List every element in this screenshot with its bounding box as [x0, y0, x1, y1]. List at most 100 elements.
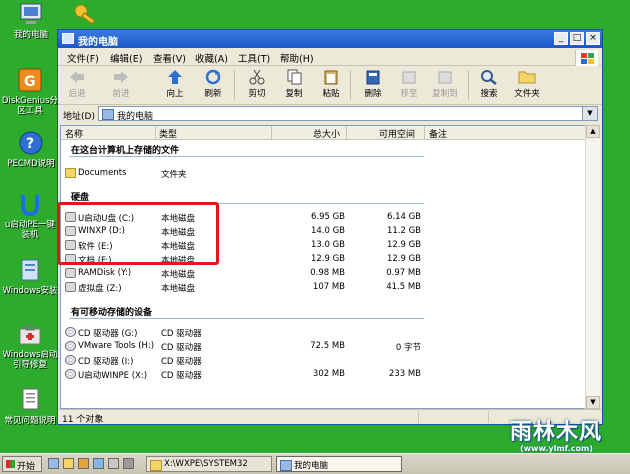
desktop-icon-my-computer[interactable]: 我的电脑: [3, 2, 59, 40]
paste-button[interactable]: 粘贴: [314, 69, 348, 99]
scroll-up-button[interactable]: ▲: [586, 125, 600, 138]
watermark: 雨林木风 (www.ylmf.com): [506, 408, 626, 456]
key-icon: [72, 2, 100, 28]
up-button[interactable]: 向上: [158, 69, 192, 99]
watermark-url: (www.ylmf.com): [520, 444, 593, 453]
search-button[interactable]: 搜索: [472, 69, 506, 99]
menu-edit[interactable]: 编辑(E): [110, 51, 142, 65]
status-text: 11 个对象: [62, 415, 104, 425]
back-button[interactable]: 后退: [60, 69, 94, 99]
window-title: 我的电脑: [78, 37, 118, 48]
cd-drive-icon: [65, 341, 76, 351]
delete-icon: [364, 69, 382, 85]
vertical-scrollbar[interactable]: ▲ ▼: [585, 125, 600, 409]
list-item[interactable]: RAMDisk (Y:) 本地磁盘 0.98 MB 0.97 MB: [61, 267, 587, 280]
svg-text:G: G: [24, 74, 36, 90]
status-divider: [488, 411, 489, 423]
list-item[interactable]: Documents 文件夹: [61, 167, 587, 180]
folder-icon: [150, 460, 162, 471]
desktop-icon-label: 我的电脑: [13, 30, 48, 40]
task-my-computer[interactable]: 我的电脑: [276, 456, 402, 472]
list-item[interactable]: CD 驱动器 (I:) CD 驱动器: [61, 354, 587, 367]
drive-icon: [65, 282, 76, 292]
refresh-icon: [204, 69, 222, 85]
desktop-icon-faq[interactable]: 常见问题说明: [1, 388, 59, 426]
computer-icon: [17, 2, 45, 28]
chevron-down-icon[interactable]: ▼: [582, 107, 597, 120]
document-icon: [16, 388, 44, 414]
status-divider: [418, 411, 419, 423]
close-button[interactable]: ×: [586, 32, 600, 45]
menu-favorites[interactable]: 收藏(A): [195, 51, 228, 65]
maximize-button[interactable]: □: [570, 32, 584, 45]
col-divider: [424, 126, 425, 139]
menu-help[interactable]: 帮助(H): [280, 51, 314, 65]
start-button[interactable]: 开始: [2, 456, 42, 472]
u-logo-icon: [16, 192, 44, 218]
refresh-button[interactable]: 刷新: [196, 69, 230, 99]
column-header: 名称 类型 总大小 可用空间 备注: [61, 126, 587, 140]
quicklaunch-explorer-icon[interactable]: [48, 458, 59, 469]
clipboard-icon: [322, 69, 340, 85]
minimize-button[interactable]: _: [554, 32, 568, 45]
cd-drive-icon: [65, 369, 76, 379]
col-free[interactable]: 可用空间: [379, 127, 415, 140]
cd-drive-icon: [65, 355, 76, 365]
quicklaunch-folder-icon[interactable]: [78, 458, 89, 469]
folders-button[interactable]: 文件夹: [510, 69, 544, 99]
desktop-icon-pecmd[interactable]: ? PECMD说明: [3, 131, 59, 169]
address-input[interactable]: 我的电脑 ▼: [98, 106, 598, 122]
forward-button[interactable]: 前进: [104, 69, 138, 99]
address-label: 地址(D): [63, 112, 95, 122]
move-to-button[interactable]: 移至: [392, 69, 426, 99]
menu-tools[interactable]: 工具(T): [238, 51, 270, 65]
desktop-icon-label: 常见问题说明: [4, 416, 56, 426]
file-list[interactable]: 名称 类型 总大小 可用空间 备注 在这台计算机上存储的文件 Documents…: [60, 125, 588, 409]
list-item[interactable]: CD 驱动器 (G:) CD 驱动器: [61, 326, 587, 339]
delete-button[interactable]: 删除: [356, 69, 390, 99]
scissors-icon: [248, 69, 266, 85]
task-system32[interactable]: X:\WXPE\SYSTEM32: [146, 456, 272, 472]
taskbar: 开始 X:\WXPE\SYSTEM32 我的电脑: [0, 453, 630, 474]
menu-view[interactable]: 查看(V): [153, 51, 186, 65]
my-computer-icon: [280, 460, 292, 471]
list-item[interactable]: U启动WINPE (X:) CD 驱动器 302 MB 233 MB: [61, 368, 587, 381]
copy-to-button[interactable]: 复制到: [428, 69, 462, 99]
col-notes[interactable]: 备注: [429, 127, 447, 140]
arrow-left-icon: [68, 69, 86, 85]
title-bar[interactable]: 我的电脑 _ □ ×: [58, 30, 602, 48]
copy-to-icon: [436, 69, 454, 85]
desktop-icon-windows-install[interactable]: Windows安装: [1, 258, 59, 296]
cut-button[interactable]: 剪切: [240, 69, 274, 99]
desktop-icon-label: DiskGenius分区工具: [1, 96, 59, 116]
toolbar-separator: [234, 70, 235, 100]
list-item[interactable]: VMware Tools (H:) CD 驱动器 72.5 MB 0 字节: [61, 340, 587, 353]
toolbar-separator: [350, 70, 351, 100]
copy-button[interactable]: 复制: [277, 69, 311, 99]
col-name[interactable]: 名称: [65, 127, 83, 140]
col-total[interactable]: 总大小: [313, 127, 340, 140]
my-computer-icon: [62, 33, 74, 44]
search-icon: [480, 69, 498, 85]
group-divider: [69, 318, 424, 319]
desktop-icon-key[interactable]: [66, 2, 106, 30]
group-stored: 在这台计算机上存储的文件: [71, 146, 180, 156]
menu-file[interactable]: 文件(F): [67, 51, 99, 65]
quicklaunch-misc-icon[interactable]: [123, 458, 134, 469]
desktop-icon-boot-repair[interactable]: Windows启动引导修复: [1, 322, 59, 370]
quicklaunch-cmd-icon[interactable]: [108, 458, 119, 469]
desktop-icon-diskgenius[interactable]: G DiskGenius分区工具: [1, 68, 59, 116]
list-item[interactable]: 虚拟盘 (Z:) 本地磁盘 107 MB 41.5 MB: [61, 281, 587, 294]
desktop-icon-installer[interactable]: u启动PE一键装机: [1, 192, 59, 240]
windows-flag-icon: [575, 50, 598, 66]
cd-drive-icon: [65, 327, 76, 337]
quicklaunch-tool-icon[interactable]: [93, 458, 104, 469]
group-removable: 有可移动存储的设备: [71, 308, 153, 318]
toolbar-separator: [468, 70, 469, 100]
arrow-right-icon: [112, 69, 130, 85]
col-divider: [346, 126, 347, 139]
quicklaunch-desktop-icon[interactable]: [63, 458, 74, 469]
col-type[interactable]: 类型: [159, 127, 177, 140]
move-to-icon: [400, 69, 418, 85]
toolbar: 后退 前进 向上 刷新 剪切 复制 粘贴 删除 移至 复制到 搜索 文件夹: [58, 66, 602, 105]
